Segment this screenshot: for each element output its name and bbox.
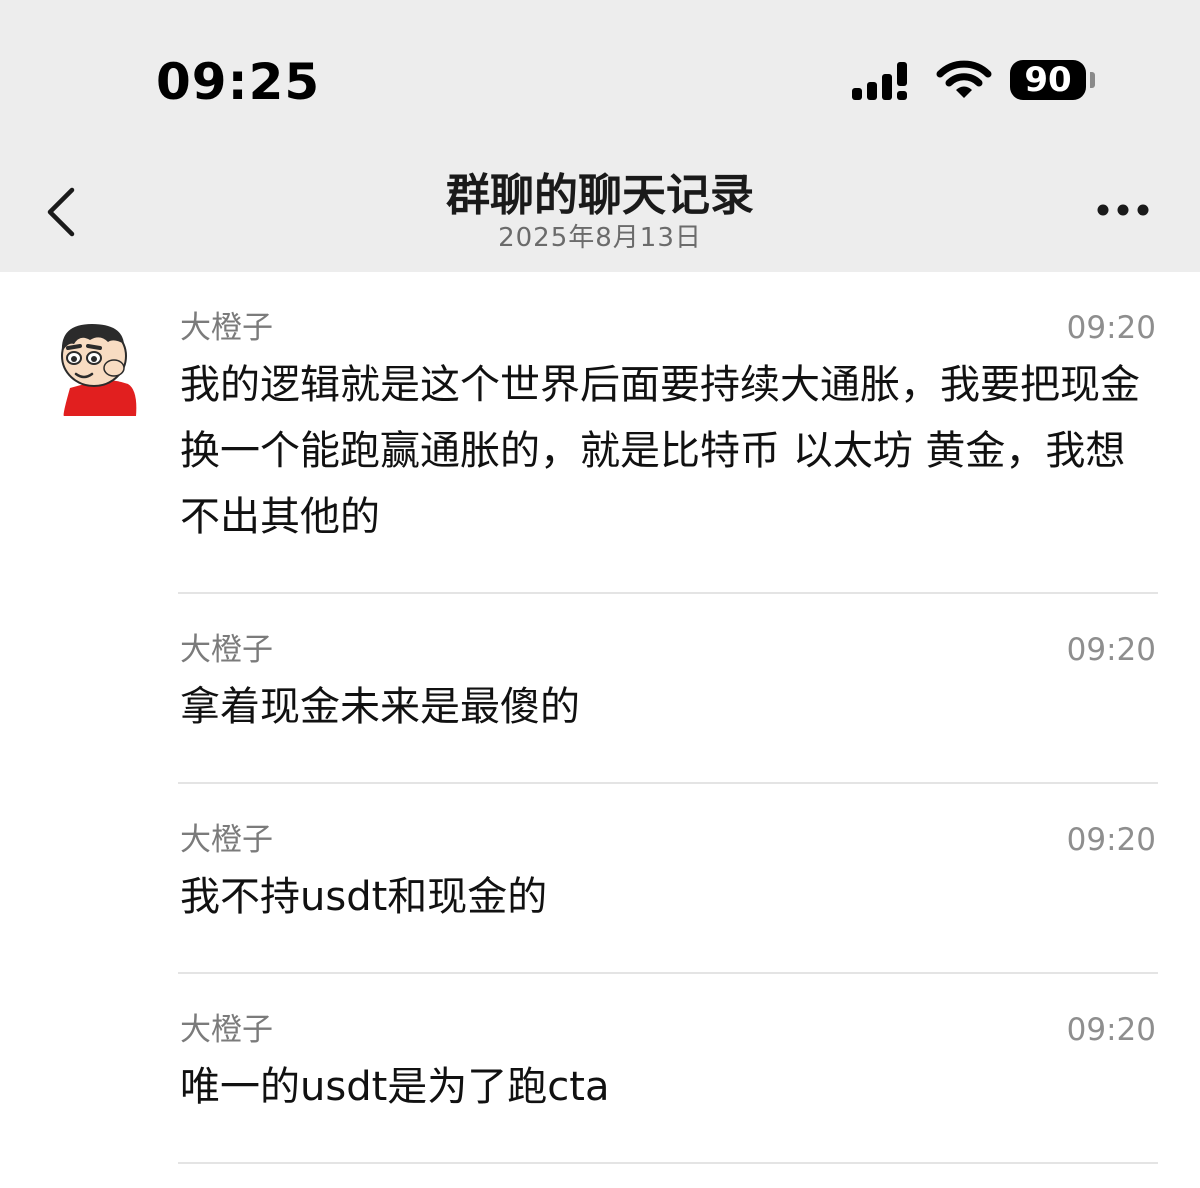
message-time: 09:20 — [1066, 632, 1156, 668]
signal-icon — [852, 62, 907, 100]
wifi-icon — [936, 60, 992, 98]
page-title: 群聊的聊天记录 — [446, 170, 754, 221]
message-text: 我的逻辑就是这个世界后面要持续大通胀，我要把现金换一个能跑赢通胀的，就是比特币 … — [180, 362, 1140, 540]
message-divider — [178, 782, 1158, 784]
message-text: 唯一的usdt是为了跑cta — [180, 1064, 610, 1110]
sender-name: 大橙子 — [180, 632, 273, 668]
avatar[interactable] — [52, 318, 140, 416]
message-time: 09:20 — [1066, 1012, 1156, 1048]
message-text: 我不持usdt和现金的 — [180, 874, 548, 920]
page-subtitle-date: 2025年8月13日 — [498, 223, 702, 253]
message-text: 拿着现金未来是最傻的 — [180, 684, 580, 730]
message-time: 09:20 — [1066, 310, 1156, 346]
chat-history-screen: 09:25 90 群聊的聊天记录 2025年8月13日 大橙子 09:20 我的… — [0, 0, 1200, 1188]
battery-icon: 90 — [1010, 60, 1086, 100]
sender-name: 大橙子 — [180, 310, 273, 346]
message-divider — [178, 592, 1158, 594]
status-time: 09:25 — [156, 53, 321, 111]
sender-name: 大橙子 — [180, 822, 273, 858]
message-time: 09:20 — [1066, 822, 1156, 858]
sender-name: 大橙子 — [180, 1012, 273, 1048]
back-chevron-icon[interactable] — [40, 184, 80, 240]
header: 09:25 90 群聊的聊天记录 2025年8月13日 — [0, 0, 1200, 272]
battery-cap — [1090, 72, 1095, 88]
message-divider — [178, 972, 1158, 974]
message-divider — [178, 1162, 1158, 1164]
more-dots-icon[interactable] — [1094, 200, 1154, 220]
